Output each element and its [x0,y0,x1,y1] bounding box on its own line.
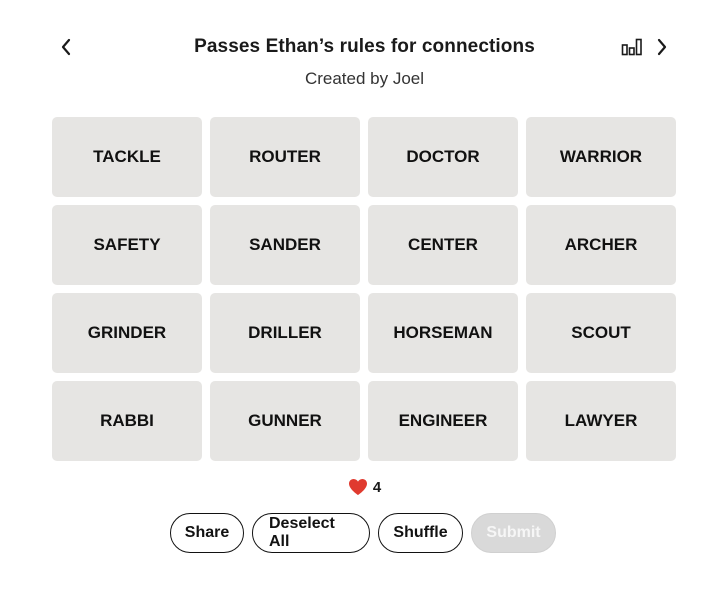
action-bar: Share Deselect All Shuffle Submit [170,513,556,553]
word-tile[interactable]: TACKLE [52,117,202,197]
bar-chart-icon [621,38,642,56]
word-tile[interactable]: WARRIOR [526,117,676,197]
word-tile[interactable]: DOCTOR [368,117,518,197]
word-tile[interactable]: ARCHER [526,205,676,285]
mistakes-count: 4 [372,478,382,496]
header: Passes Ethan’s rules for connections Cre… [0,0,719,100]
word-grid: TACKLE ROUTER DOCTOR WARRIOR SAFETY SAND… [52,117,676,461]
deselect-all-button[interactable]: Deselect All [252,513,370,553]
next-button[interactable] [652,36,672,58]
word-tile[interactable]: GUNNER [210,381,360,461]
word-tile[interactable]: ENGINEER [368,381,518,461]
heart-icon [348,479,367,495]
page-subtitle: Created by Joel [304,69,425,88]
mistakes-remaining: 4 [0,478,719,496]
word-tile[interactable]: ROUTER [210,117,360,197]
share-button[interactable]: Share [170,513,244,553]
word-tile[interactable]: SANDER [210,205,360,285]
word-tile[interactable]: CENTER [368,205,518,285]
page-title: Passes Ethan’s rules for connections [194,36,535,57]
stats-button[interactable] [620,36,644,58]
word-tile[interactable]: LAWYER [526,381,676,461]
word-tile[interactable]: HORSEMAN [368,293,518,373]
word-tile[interactable]: SCOUT [526,293,676,373]
word-tile[interactable]: SAFETY [52,205,202,285]
word-tile[interactable]: RABBI [52,381,202,461]
word-tile[interactable]: GRINDER [52,293,202,373]
chevron-right-icon [657,38,667,56]
submit-button[interactable]: Submit [471,513,556,553]
word-tile[interactable]: DRILLER [210,293,360,373]
shuffle-button[interactable]: Shuffle [378,513,463,553]
